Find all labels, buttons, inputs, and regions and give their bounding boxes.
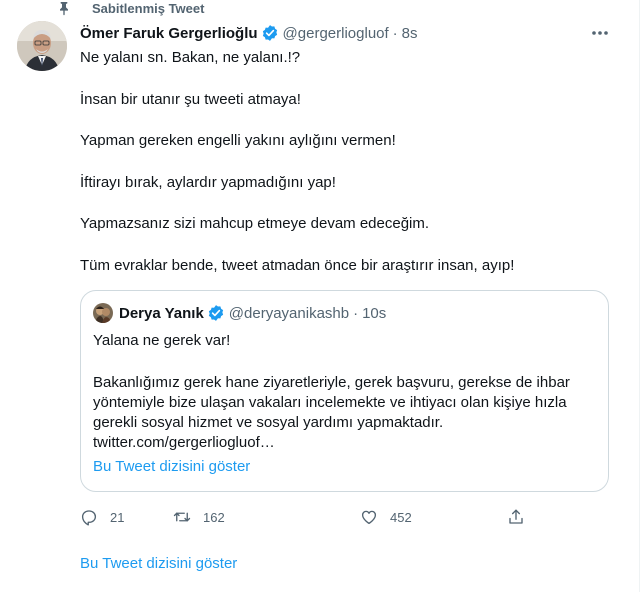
quoted-tweet-header: Derya Yanık @deryayanikashb · 10s — [93, 303, 386, 323]
quoted-author-name: Derya Yanık — [119, 304, 204, 322]
tweet-text-line: Ne yalanı sn. Bakan, ne yalanı.!? — [80, 49, 301, 66]
tweet-text-line: İftirayı bırak, aylardır yapmadığını yap… — [80, 174, 336, 191]
quoted-text-line: Bakanlığımız gerek hane ziyaretleriyle, … — [93, 374, 570, 391]
reply-count: 21 — [110, 509, 125, 525]
quoted-tweet-card[interactable]: Derya Yanık @deryayanikashb · 10s Yalana… — [80, 290, 609, 492]
tweet-actions: 21 162 452 — [80, 506, 530, 528]
quoted-author-handle: @deryayanikashb — [228, 304, 350, 322]
tweet-time[interactable]: 8s — [402, 25, 418, 42]
quoted-text-line: yöntemiyle bize ulaşan vakaları inceleme… — [93, 394, 567, 411]
pinned-label: Sabitlenmiş Tweet — [92, 0, 205, 16]
tweet-text-line: Tüm evraklar bende, tweet atmadan önce b… — [80, 257, 515, 274]
tweet-text-line: Yapman gereken engelli yakını aylığını v… — [80, 132, 396, 149]
retweet-count: 162 — [203, 509, 225, 525]
quoted-show-thread-link[interactable]: Bu Tweet dizisini göster — [93, 458, 250, 475]
verified-badge-icon — [262, 25, 277, 41]
reply-icon — [81, 510, 97, 526]
quoted-tweet-url[interactable]: twitter.com/gergerliogluof… — [93, 433, 275, 453]
quoted-text-line: gerekli sosyal hizmet ve sosyal yardımı … — [93, 414, 444, 431]
retweet-icon — [173, 512, 191, 522]
share-button[interactable] — [507, 506, 525, 528]
retweet-button[interactable]: 162 — [173, 506, 225, 528]
like-button[interactable]: 452 — [360, 506, 412, 528]
separator-dot: · — [392, 24, 398, 42]
more-options-button[interactable] — [590, 24, 610, 42]
share-icon — [509, 509, 523, 524]
quoted-tweet-time: 10s — [362, 304, 387, 322]
reply-button[interactable]: 21 — [80, 506, 124, 528]
quoted-text-line: Yalana ne gerek var! — [93, 332, 231, 349]
quoted-avatar — [93, 303, 113, 323]
more-icon — [592, 31, 608, 35]
tweet-text-line: Yapmazsanız sizi mahcup etmeye devam ede… — [80, 215, 430, 232]
verified-badge-icon — [208, 305, 223, 321]
show-thread-link[interactable]: Bu Tweet dizisini göster — [80, 555, 237, 572]
pin-icon — [60, 2, 68, 16]
author-name[interactable]: Ömer Faruk Gergerlioğlu — [80, 25, 258, 42]
like-count: 452 — [390, 509, 412, 525]
separator-dot: · — [353, 304, 359, 322]
avatar[interactable] — [17, 21, 67, 71]
author-handle[interactable]: @gergerliogluof — [283, 25, 389, 42]
tweet-header: Ömer Faruk Gergerlioğlu @gergerliogluof … — [80, 23, 418, 43]
pinned-indicator: Sabitlenmiş Tweet — [34, 0, 204, 16]
heart-icon — [361, 510, 377, 525]
tweet-text-line: İnsan bir utanır şu tweeti atmaya! — [80, 91, 301, 108]
